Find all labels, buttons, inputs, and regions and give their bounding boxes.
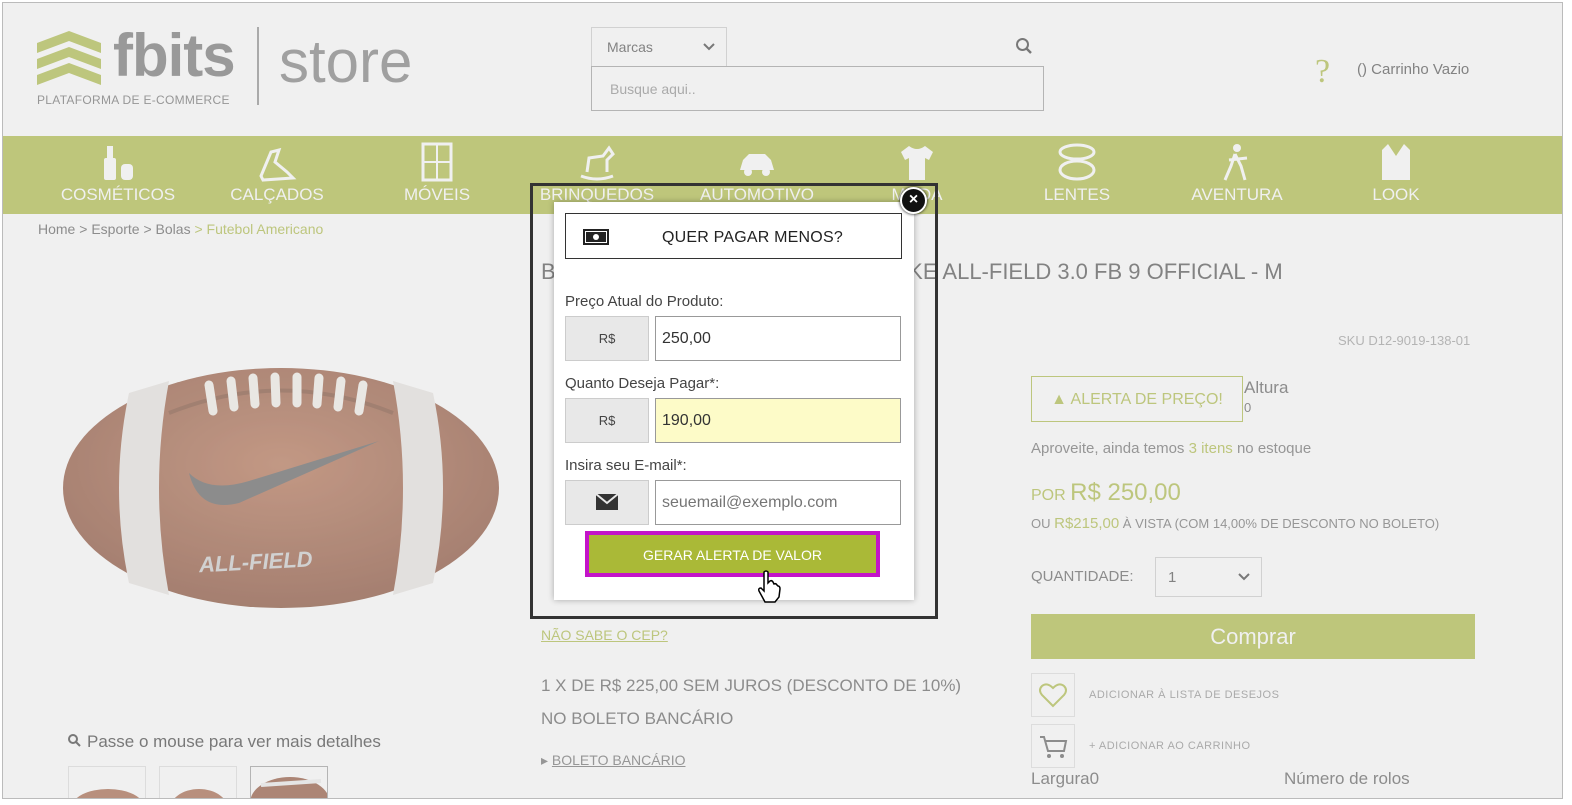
money-icon [583,229,609,245]
email-field[interactable] [655,480,901,525]
hand-cursor-icon [758,570,781,603]
currency-addon: R$ [565,316,649,361]
envelope-icon [595,493,619,510]
close-icon[interactable]: × [900,187,927,214]
price-alert-modal: QUER PAGAR MENOS? Preço Atual do Produto… [554,202,914,600]
desired-price-label: Quanto Deseja Pagar*: [565,375,720,392]
current-price-field[interactable] [655,316,901,361]
modal-header: QUER PAGAR MENOS? [565,213,902,259]
desired-price-field[interactable] [655,398,901,443]
email-label: Insira seu E-mail*: [565,457,687,474]
currency-addon: R$ [565,398,649,443]
email-addon [565,480,649,525]
page-frame: fbits PLATAFORMA DE E-COMMERCE store Mar… [2,2,1563,799]
modal-title: QUER PAGAR MENOS? [662,229,843,246]
generate-alert-button[interactable]: GERAR ALERTA DE VALOR [585,531,880,577]
current-price-label: Preço Atual do Produto: [565,293,724,310]
